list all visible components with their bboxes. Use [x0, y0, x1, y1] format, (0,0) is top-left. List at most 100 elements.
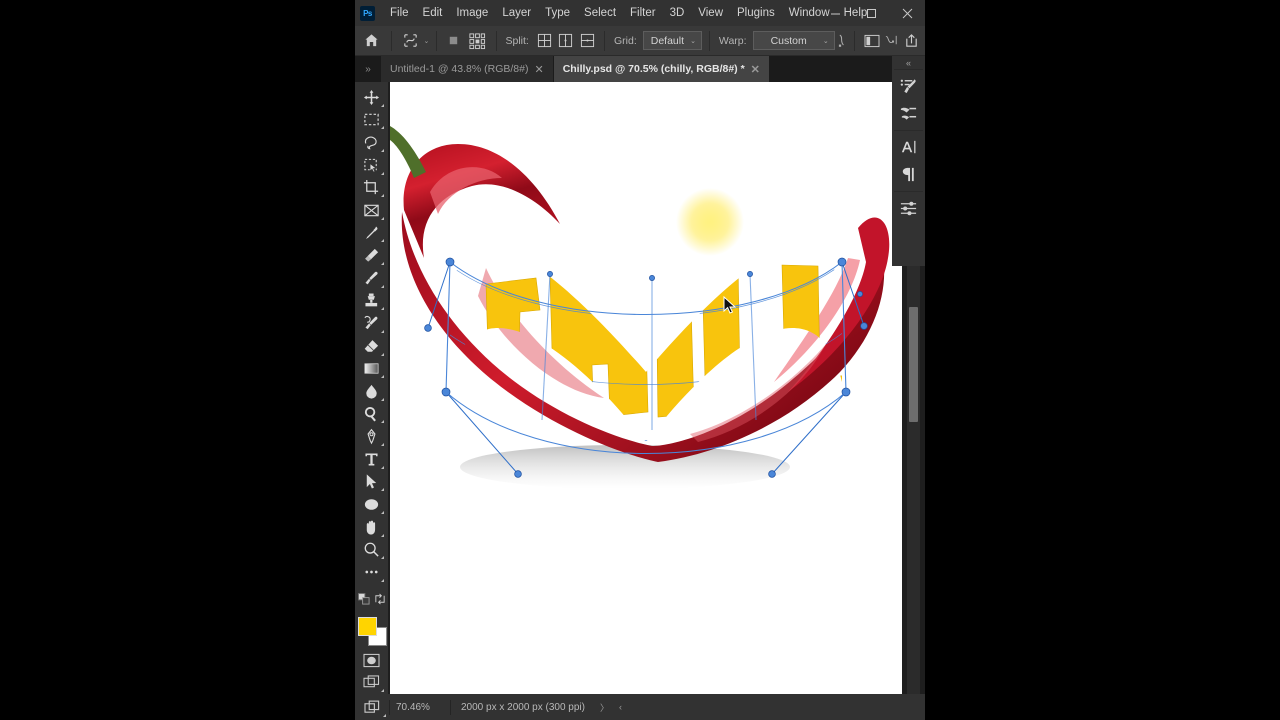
rail-collapse-icon[interactable]: « [892, 56, 925, 69]
ellipse-tool[interactable] [358, 493, 386, 516]
warp-value: Custom [770, 34, 807, 47]
split-crosswise-icon[interactable] [535, 30, 554, 52]
spot-healing-brush-tool[interactable] [358, 244, 386, 267]
crop-tool[interactable] [358, 177, 386, 200]
gradient-tool[interactable] [358, 358, 386, 381]
horizontal-type-tool[interactable] [358, 448, 386, 471]
rail-group-brush [894, 69, 923, 130]
menu-item-image[interactable]: Image [449, 4, 495, 22]
options-separator-4 [604, 30, 605, 51]
eraser-tool[interactable] [358, 335, 386, 358]
menu-item-layer[interactable]: Layer [495, 4, 538, 22]
document-tab-bar: » Untitled-1 @ 43.8% (RGB/8#) ✕ Chilly.p… [355, 56, 925, 82]
color-helper-buttons [357, 592, 386, 610]
zoom-tool[interactable] [358, 539, 386, 562]
adjustments-panel-icon[interactable] [895, 195, 922, 222]
scrollbar-thumb[interactable] [909, 307, 918, 422]
menu-item-view[interactable]: View [691, 4, 730, 22]
grid-select[interactable]: Default ⌄ [642, 31, 703, 50]
quick-mask-icon[interactable] [358, 649, 386, 672]
default-colors-icon[interactable] [357, 592, 370, 610]
share-icon[interactable] [902, 30, 921, 52]
dodge-tool[interactable] [358, 403, 386, 426]
tab-label: Chilly.psd @ 70.5% (chilly, RGB/8#) * [562, 63, 745, 75]
history-brush-tool[interactable] [358, 312, 386, 335]
work-area: ▲ [355, 82, 925, 694]
move-tool[interactable] [358, 86, 386, 109]
options-separator-6 [854, 30, 856, 51]
status-back-icon[interactable]: ‹ [614, 702, 627, 712]
brushes-icon[interactable] [895, 100, 922, 127]
glow-spot [676, 188, 744, 256]
letterbox-right [925, 0, 1280, 720]
photoshop-logo-icon: Ps [360, 5, 375, 21]
warp-none-icon[interactable] [444, 30, 463, 52]
menu-item-plugins[interactable]: Plugins [730, 4, 782, 22]
pepper-stem [390, 126, 426, 178]
brush-settings-icon[interactable] [895, 73, 922, 100]
interpolation-icon[interactable] [837, 30, 848, 52]
edit-toolbar-tool[interactable] [358, 561, 386, 584]
interpolation-mode-icon[interactable] [884, 30, 900, 52]
document-canvas[interactable] [390, 82, 902, 694]
warp-tool-icon[interactable] [399, 30, 422, 52]
grid-value: Default [650, 34, 685, 47]
options-bar: ⌄ Split: Grid: Default ⌄ Warp: Custom ⌄ [355, 26, 925, 56]
document-tab-untitled-1[interactable]: Untitled-1 @ 43.8% (RGB/8#) ✕ [381, 56, 554, 82]
blur-tool[interactable] [358, 380, 386, 403]
close-button[interactable] [889, 0, 925, 26]
screen-mode-icon[interactable] [358, 672, 386, 695]
menu-item-select[interactable]: Select [577, 4, 623, 22]
zoom-level-field[interactable]: 70.46% [390, 702, 450, 713]
menu-item-type[interactable]: Type [538, 4, 577, 22]
document-size-label: 2000 px x 2000 px (300 ppi) [461, 701, 585, 713]
path-selection-tool[interactable] [358, 471, 386, 494]
clone-stamp-tool[interactable] [358, 290, 386, 313]
options-separator-2 [436, 30, 438, 51]
split-horizontally-icon[interactable] [578, 30, 597, 52]
brush-tool[interactable] [358, 267, 386, 290]
warp-custom-grid-icon[interactable] [466, 30, 489, 52]
grid-caret-icon: ⌄ [690, 37, 697, 45]
tab-close-icon[interactable]: ✕ [751, 63, 760, 76]
pepper-top-left [403, 144, 560, 258]
document-arrange-icon[interactable] [355, 694, 389, 720]
foreground-color-swatch[interactable] [357, 616, 377, 636]
window-controls [817, 0, 925, 26]
status-bar: 70.46% 2000 px x 2000 px (300 ppi) 〉 ‹ [355, 694, 925, 720]
toggle-guides-icon[interactable] [862, 30, 881, 52]
object-selection-tool[interactable] [358, 154, 386, 177]
tool-preset-caret-icon[interactable]: ⌄ [424, 37, 430, 45]
menu-item-file[interactable]: File [383, 4, 416, 22]
maximize-button[interactable] [853, 0, 889, 26]
frame-tool[interactable] [358, 199, 386, 222]
collapsed-panel-rail: « [892, 56, 925, 266]
split-vertically-icon[interactable] [556, 30, 575, 52]
character-panel-icon[interactable] [895, 134, 922, 161]
tab-close-icon[interactable]: ✕ [534, 63, 543, 76]
warp-select[interactable]: Custom ⌄ [752, 31, 835, 50]
rail-group-adjust [894, 191, 923, 225]
tab-overflow-icon[interactable]: » [355, 56, 381, 82]
document-tab-chilly-psd[interactable]: Chilly.psd @ 70.5% (chilly, RGB/8#) * ✕ [553, 56, 770, 82]
home-icon[interactable] [359, 30, 384, 52]
paragraph-panel-icon[interactable] [895, 161, 922, 188]
menu-item-edit[interactable]: Edit [416, 4, 450, 22]
menu-item-filter[interactable]: Filter [623, 4, 663, 22]
artwork [390, 126, 890, 489]
hand-tool[interactable] [358, 516, 386, 539]
swap-colors-icon[interactable] [374, 592, 386, 610]
color-swatches [357, 616, 387, 646]
warp-caret-icon: ⌄ [822, 37, 829, 45]
letterbox-left [0, 0, 355, 720]
eyedropper-tool[interactable] [358, 222, 386, 245]
menu-item-3d[interactable]: 3D [663, 4, 692, 22]
status-forward-icon[interactable]: 〉 [595, 701, 614, 714]
minimize-button[interactable] [817, 0, 853, 26]
lasso-tool[interactable] [358, 131, 386, 154]
menu-bar: Ps File Edit Image Layer Type Select Fil… [355, 0, 925, 26]
arrow-cursor [723, 296, 737, 314]
rectangular-marquee-tool[interactable] [358, 109, 386, 132]
warp-label: Warp: [718, 34, 747, 47]
pen-tool[interactable] [358, 425, 386, 448]
